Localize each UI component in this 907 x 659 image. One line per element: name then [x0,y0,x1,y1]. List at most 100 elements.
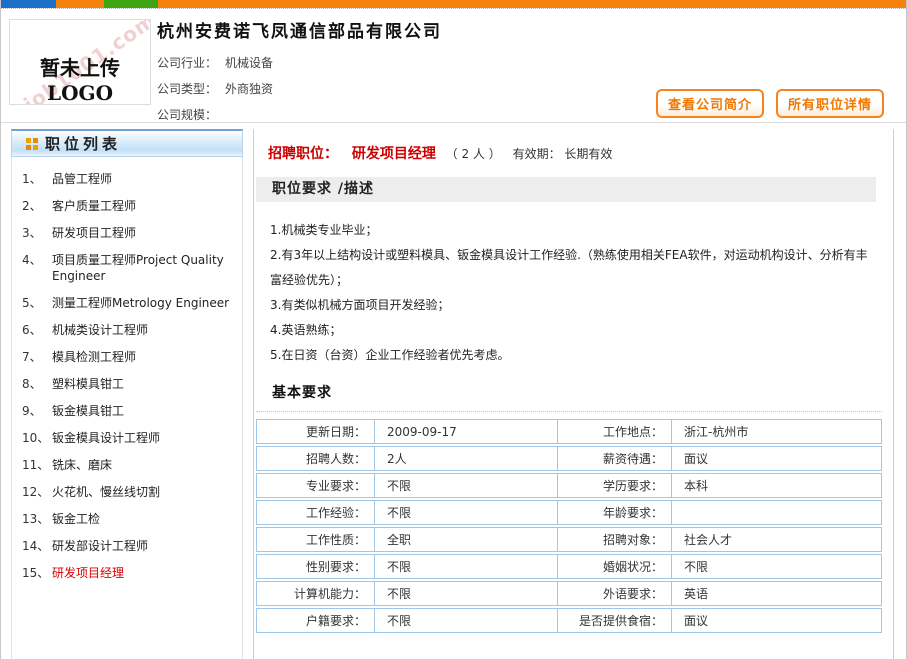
section-title-basic-requirements: 基本要求 [256,382,882,412]
table-row: 专业要求： 不限 学历要求： 本科 [256,473,882,498]
item-number: 5、 [22,295,52,311]
company-industry-row: 公司行业： 机械设备 [157,50,442,76]
item-label: 机械类设计工程师 [52,322,148,338]
item-label: 品管工程师 [52,171,112,187]
company-logo-placeholder: job1001.com 暂未上传LOGO [9,19,151,105]
job-list-header: 职位列表 [11,129,243,157]
topbar-segment-green [104,0,158,8]
job-title: 研发项目经理 [352,146,436,162]
row-label: 年龄要求： [558,501,672,524]
company-info: 杭州安费诺飞凤通信部品有限公司 公司行业：机械设备 公司类型：外商独资 公司规模… [157,17,442,128]
job-list-title: 职位列表 [45,133,121,154]
validity-value: 长期有效 [564,147,612,161]
row-value: 不限 [375,582,558,605]
job-list-item-11[interactable]: 11、铣床、磨床 [22,457,236,473]
job-description: 1.机械类专业毕业； 2.有3年以上结构设计或塑料模具、钣金模具设计工作经验.（… [256,202,890,368]
item-label: 客户质量工程师 [52,198,136,214]
row-value [672,501,881,524]
item-number: 15、 [22,565,52,581]
job-list-item-9[interactable]: 9、钣金模具钳工 [22,403,236,419]
company-size-row: 公司规模： [157,102,442,128]
row-label: 招聘人数： [257,447,375,470]
job-list-item-7[interactable]: 7、模具检测工程师 [22,349,236,365]
table-row: 户籍要求： 不限 是否提供食宿： 面议 [256,608,882,633]
item-label: 钣金模具设计工程师 [52,430,160,446]
item-number: 2、 [22,198,52,214]
company-industry-value: 机械设备 [225,56,273,70]
row-label: 性别要求： [257,555,375,578]
company-industry-label: 公司行业： [157,56,217,70]
description-line-5: 5.在日资（台资）企业工作经验者优先考虑。 [270,343,870,368]
row-value: 不限 [375,609,558,632]
row-value: 英语 [672,582,881,605]
job-list-item-2[interactable]: 2、客户质量工程师 [22,198,236,214]
job-list-item-5[interactable]: 5、测量工程师Metrology Engineer [22,295,236,311]
item-number: 1、 [22,171,52,187]
item-label: 火花机、慢丝线切割 [52,484,160,500]
company-type-label: 公司类型： [157,82,217,96]
row-label: 更新日期： [257,420,375,443]
item-number: 13、 [22,511,52,527]
job-list-item-10[interactable]: 10、钣金模具设计工程师 [22,430,236,446]
row-value: 本科 [672,474,881,497]
row-value: 不限 [672,555,881,578]
item-label: 钣金模具钳工 [52,403,124,419]
table-row: 性别要求： 不限 婚姻状况： 不限 [256,554,882,579]
item-number: 10、 [22,430,52,446]
validity-label: 有效期： [513,147,561,161]
item-label: 钣金工检 [52,511,100,527]
job-position-label: 招聘职位： [268,146,338,162]
row-value: 浙江-杭州市 [672,420,881,443]
job-list-item-1[interactable]: 1、品管工程师 [22,171,236,187]
row-label: 工作经验： [257,501,375,524]
body-area: 职位列表 1、品管工程师 2、客户质量工程师 3、研发项目工程师 4、项目质量工… [1,123,906,659]
job-detail-page: job1001.com 暂未上传LOGO 杭州安费诺飞凤通信部品有限公司 公司行… [0,0,907,659]
company-header: job1001.com 暂未上传LOGO 杭州安费诺飞凤通信部品有限公司 公司行… [1,11,906,123]
job-list-item-13[interactable]: 13、钣金工检 [22,511,236,527]
no-logo-label: 暂未上传LOGO [10,52,150,105]
item-label: 项目质量工程师Project Quality Engineer [52,252,236,284]
item-number: 14、 [22,538,52,554]
row-value: 不限 [375,474,558,497]
topbar-segment-blue [1,0,56,8]
job-list-item-4[interactable]: 4、项目质量工程师Project Quality Engineer [22,252,236,284]
row-value: 全职 [375,528,558,551]
description-line-4: 4.英语熟练； [270,318,870,343]
row-label: 专业要求： [257,474,375,497]
row-label: 薪资待遇： [558,447,672,470]
item-label: 研发部设计工程师 [52,538,148,554]
row-value: 2009-09-17 [375,420,558,443]
item-number: 6、 [22,322,52,338]
job-list-item-3[interactable]: 3、研发项目工程师 [22,225,236,241]
table-row: 计算机能力： 不限 外语要求： 英语 [256,581,882,606]
item-number: 12、 [22,484,52,500]
job-list-item-15-active[interactable]: 15、研发项目经理 [22,565,236,581]
job-list-item-12[interactable]: 12、火花机、慢丝线切割 [22,484,236,500]
table-row: 工作性质： 全职 招聘对象： 社会人才 [256,527,882,552]
item-number: 4、 [22,252,52,284]
company-size-label: 公司规模： [157,108,217,122]
row-label: 户籍要求： [257,609,375,632]
row-value: 面议 [672,447,881,470]
item-label: 测量工程师Metrology Engineer [52,295,229,311]
grid-icon [26,138,31,143]
view-company-profile-button[interactable]: 查看公司简介 [656,89,764,118]
table-row: 工作经验： 不限 年龄要求： [256,500,882,525]
company-name: 杭州安费诺飞凤通信部品有限公司 [157,17,442,42]
table-row: 更新日期： 2009-09-17 工作地点： 浙江-杭州市 [256,419,882,444]
row-label: 计算机能力： [257,582,375,605]
item-label: 塑料模具钳工 [52,376,124,392]
item-label: 研发项目工程师 [52,225,136,241]
row-value: 2人 [375,447,558,470]
row-label: 招聘对象： [558,528,672,551]
item-number: 3、 [22,225,52,241]
all-jobs-detail-button[interactable]: 所有职位详情 [776,89,884,118]
job-list-item-14[interactable]: 14、研发部设计工程师 [22,538,236,554]
dotted-separator [1,8,906,9]
row-value: 不限 [375,555,558,578]
job-list-item-8[interactable]: 8、塑料模具钳工 [22,376,236,392]
top-color-bar [1,0,906,8]
job-list-item-6[interactable]: 6、机械类设计工程师 [22,322,236,338]
description-line-3: 3.有类似机械方面项目开发经验； [270,293,870,318]
job-detail-panel: 招聘职位： 研发项目经理 （ 2 人 ） 有效期： 长期有效 职位要求 /描述 … [253,129,894,659]
